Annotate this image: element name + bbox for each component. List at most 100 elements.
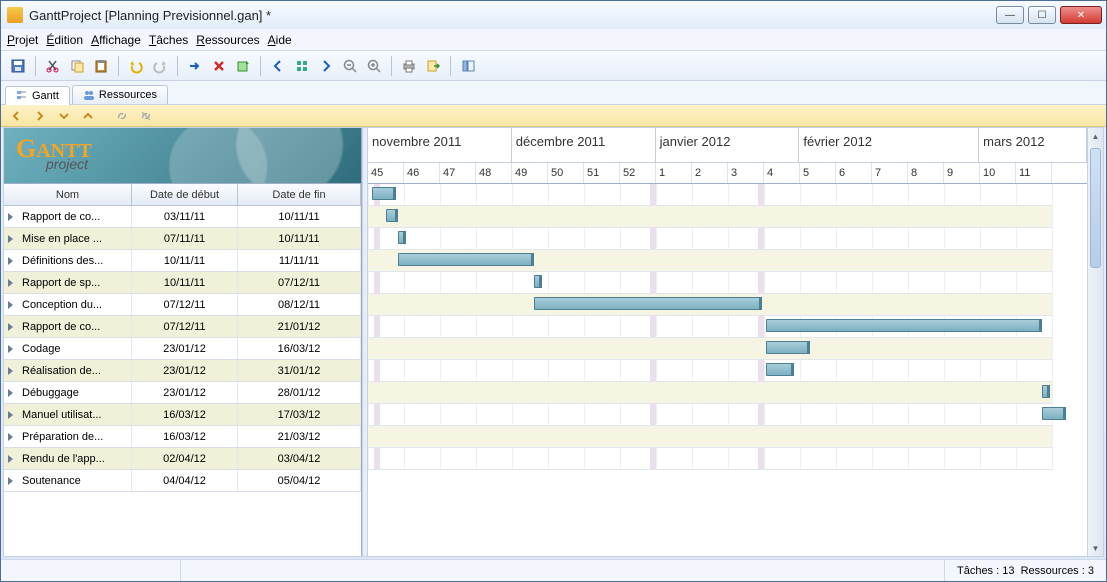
gantt-row[interactable] [368,448,1052,470]
new-task-icon[interactable] [232,55,254,77]
menu-taches[interactable]: Tâches [149,33,188,47]
header-end[interactable]: Date de fin [238,184,361,205]
gantt-row[interactable] [368,294,1052,316]
task-name: Rapport de sp... [22,277,100,289]
gantt-bar[interactable] [534,275,542,288]
expand-icon[interactable] [8,344,18,354]
gantt-row[interactable] [368,206,1052,228]
gantt-row[interactable] [368,426,1052,448]
scroll-up-icon[interactable]: ▲ [1088,128,1103,144]
menu-aide[interactable]: Aide [268,33,292,47]
menu-affichage[interactable]: Affichage [91,33,141,47]
close-button[interactable]: ✕ [1060,6,1102,24]
month-header: mars 2012 [979,128,1087,162]
menu-ressources[interactable]: Ressources [196,33,259,47]
table-row[interactable]: Mise en place ...07/11/1110/11/11 [4,228,361,250]
gantt-row[interactable] [368,404,1052,426]
gantt-bar[interactable] [386,209,398,222]
expand-icon[interactable] [8,432,18,442]
redo-icon[interactable] [149,55,171,77]
gantt-row[interactable] [368,184,1052,206]
nav-left-icon[interactable] [5,105,27,127]
gantt-row[interactable] [368,228,1052,250]
separator [35,56,36,76]
table-row[interactable]: Définitions des...10/11/1111/11/11 [4,250,361,272]
gantt-bar[interactable] [766,341,810,354]
header-name[interactable]: Nom [4,184,132,205]
gantt-row[interactable] [368,316,1052,338]
menu-edition[interactable]: Édition [46,33,83,47]
table-row[interactable]: Conception du...07/12/1108/12/11 [4,294,361,316]
table-row[interactable]: Préparation de...16/03/1221/03/12 [4,426,361,448]
unlink-tool-icon[interactable] [135,105,157,127]
zoom-in-icon[interactable] [363,55,385,77]
table-row[interactable]: Débuggage23/01/1228/01/12 [4,382,361,404]
expand-icon[interactable] [8,278,18,288]
gantt-row[interactable] [368,272,1052,294]
expand-icon[interactable] [8,388,18,398]
maximize-button[interactable]: ☐ [1028,6,1056,24]
expand-icon[interactable] [8,212,18,222]
table-row[interactable]: Codage23/01/1216/03/12 [4,338,361,360]
scroll-thumb[interactable] [1090,148,1101,268]
vertical-scrollbar[interactable]: ▲ ▼ [1087,128,1103,556]
gantt-bar[interactable] [372,187,396,200]
zoom-out-icon[interactable] [339,55,361,77]
gantt-bar[interactable] [1042,407,1066,420]
gantt-row[interactable] [368,250,1052,272]
expand-icon[interactable] [8,322,18,332]
tab-gantt[interactable]: Gantt [5,86,70,105]
task-start: 02/04/12 [132,448,238,469]
table-row[interactable]: Réalisation de...23/01/1231/01/12 [4,360,361,382]
print-icon[interactable] [398,55,420,77]
expand-icon[interactable] [8,410,18,420]
nav-fwd-icon[interactable] [315,55,337,77]
gantt-bar[interactable] [766,319,1042,332]
gantt-row[interactable] [368,382,1052,404]
nav-back-icon[interactable] [267,55,289,77]
goto-icon[interactable] [184,55,206,77]
gantt-bar[interactable] [398,231,406,244]
cut-icon[interactable] [42,55,64,77]
undo-icon[interactable] [125,55,147,77]
nav-down-icon[interactable] [53,105,75,127]
minimize-button[interactable]: — [996,6,1024,24]
gantt-row[interactable] [368,338,1052,360]
delete-icon[interactable] [208,55,230,77]
month-header: janvier 2012 [656,128,800,162]
gantt-bar[interactable] [534,297,762,310]
menu-projet[interactable]: Projet [7,33,38,47]
gantt-bar[interactable] [398,253,534,266]
expand-icon[interactable] [8,454,18,464]
expand-icon[interactable] [8,256,18,266]
link-tool-icon[interactable] [111,105,133,127]
gantt-row[interactable] [368,360,1052,382]
table-row[interactable]: Rapport de co...07/12/1121/01/12 [4,316,361,338]
table-row[interactable]: Soutenance04/04/1205/04/12 [4,470,361,492]
expand-icon[interactable] [8,476,18,486]
expand-icon[interactable] [8,300,18,310]
task-table-panel: GANTT project Nom Date de début Date de … [4,128,362,556]
panel-icon[interactable] [457,55,479,77]
table-row[interactable]: Rapport de co...03/11/1110/11/11 [4,206,361,228]
save-icon[interactable] [7,55,29,77]
nav-up-icon[interactable] [77,105,99,127]
today-icon[interactable] [291,55,313,77]
paste-icon[interactable] [90,55,112,77]
task-end: 08/12/11 [238,294,361,315]
gantt-scroll[interactable]: novembre 2011décembre 2011janvier 2012fé… [368,128,1087,556]
table-row[interactable]: Rapport de sp...10/11/1107/12/11 [4,272,361,294]
logo-area: GANTT project [4,128,361,184]
expand-icon[interactable] [8,366,18,376]
table-row[interactable]: Manuel utilisat...16/03/1217/03/12 [4,404,361,426]
tab-resources[interactable]: Ressources [72,85,168,104]
gantt-bar[interactable] [766,363,794,376]
header-start[interactable]: Date de début [132,184,238,205]
table-row[interactable]: Rendu de l'app...02/04/1203/04/12 [4,448,361,470]
scroll-down-icon[interactable]: ▼ [1088,540,1103,556]
gantt-bar[interactable] [1042,385,1050,398]
export-icon[interactable] [422,55,444,77]
nav-right-icon[interactable] [29,105,51,127]
expand-icon[interactable] [8,234,18,244]
copy-icon[interactable] [66,55,88,77]
